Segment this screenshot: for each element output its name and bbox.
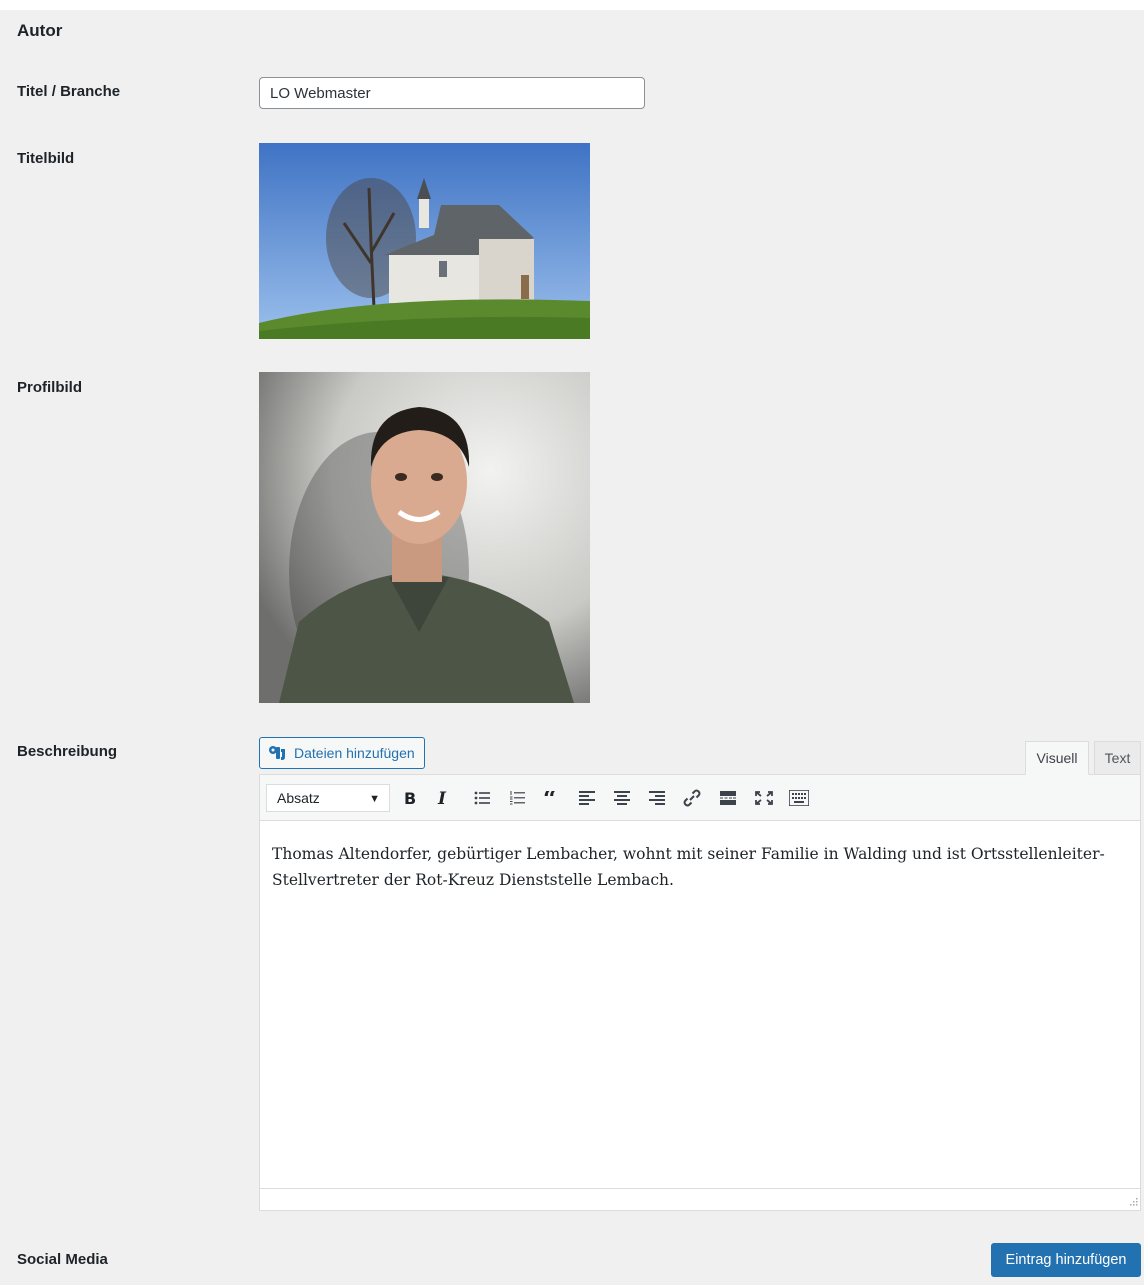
svg-text:“: “	[543, 791, 557, 805]
social-media-label: Social Media	[17, 1251, 108, 1268]
fullscreen-icon[interactable]	[751, 785, 777, 811]
add-entry-button[interactable]: Eintrag hinzufügen	[991, 1243, 1141, 1277]
editor-toolbar: Absatz ▼ B I “	[260, 775, 1140, 821]
format-select[interactable]: Absatz ▼	[266, 784, 390, 812]
numbered-list-icon[interactable]	[504, 785, 530, 811]
svg-text:B: B	[404, 790, 416, 806]
editor-statusbar	[260, 1188, 1140, 1210]
editor-content[interactable]: Thomas Altendorfer, gebürtiger Lembacher…	[260, 821, 1140, 1188]
align-left-icon[interactable]	[574, 785, 600, 811]
add-media-label: Dateien hinzufügen	[294, 745, 415, 761]
profile-image-label: Profilbild	[17, 379, 82, 396]
tab-visual[interactable]: Visuell	[1025, 741, 1089, 775]
tab-text[interactable]: Text	[1094, 741, 1141, 775]
link-icon[interactable]	[679, 785, 705, 811]
svg-text:I: I	[437, 790, 447, 806]
italic-icon[interactable]: I	[430, 785, 456, 811]
align-center-icon[interactable]	[609, 785, 635, 811]
title-input[interactable]	[259, 77, 645, 109]
cover-image[interactable]	[259, 143, 590, 339]
read-more-icon[interactable]	[715, 785, 741, 811]
cover-image-label: Titelbild	[17, 150, 75, 167]
align-right-icon[interactable]	[644, 785, 670, 811]
media-icon	[269, 746, 285, 760]
bullet-list-icon[interactable]	[469, 785, 495, 811]
format-select-value: Absatz	[277, 790, 320, 806]
description-label: Beschreibung	[17, 743, 118, 760]
section-title: Autor	[17, 21, 63, 40]
add-media-button[interactable]: Dateien hinzufügen	[259, 737, 425, 769]
rich-text-editor: Absatz ▼ B I “	[259, 774, 1141, 1211]
profile-image[interactable]	[259, 372, 590, 703]
blockquote-icon[interactable]: “	[539, 785, 565, 811]
resize-handle-icon[interactable]	[1126, 1196, 1138, 1208]
bold-icon[interactable]: B	[397, 785, 423, 811]
chevron-down-icon: ▼	[369, 793, 380, 805]
toolbar-toggle-icon[interactable]	[786, 785, 812, 811]
title-label: Titel / Branche	[17, 83, 121, 100]
